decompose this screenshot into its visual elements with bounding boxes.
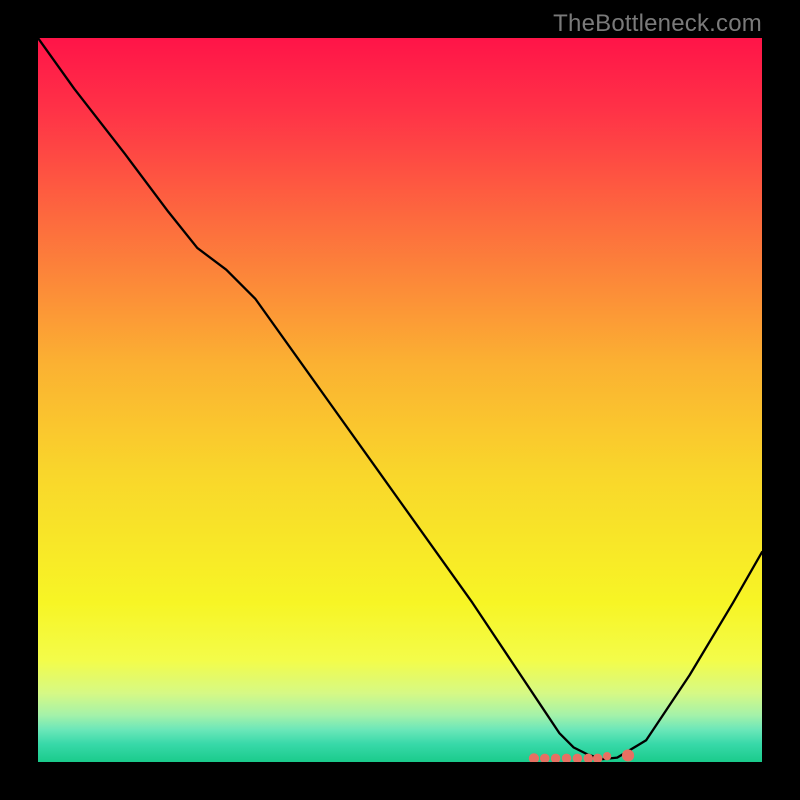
watermark-text: TheBottleneck.com <box>553 10 762 38</box>
marker-dot <box>603 752 611 760</box>
plot-area <box>38 38 762 762</box>
chart-container: TheBottleneck.com <box>0 0 800 800</box>
marker-dot <box>622 749 634 761</box>
chart-background <box>38 38 762 762</box>
chart-svg <box>38 38 762 762</box>
